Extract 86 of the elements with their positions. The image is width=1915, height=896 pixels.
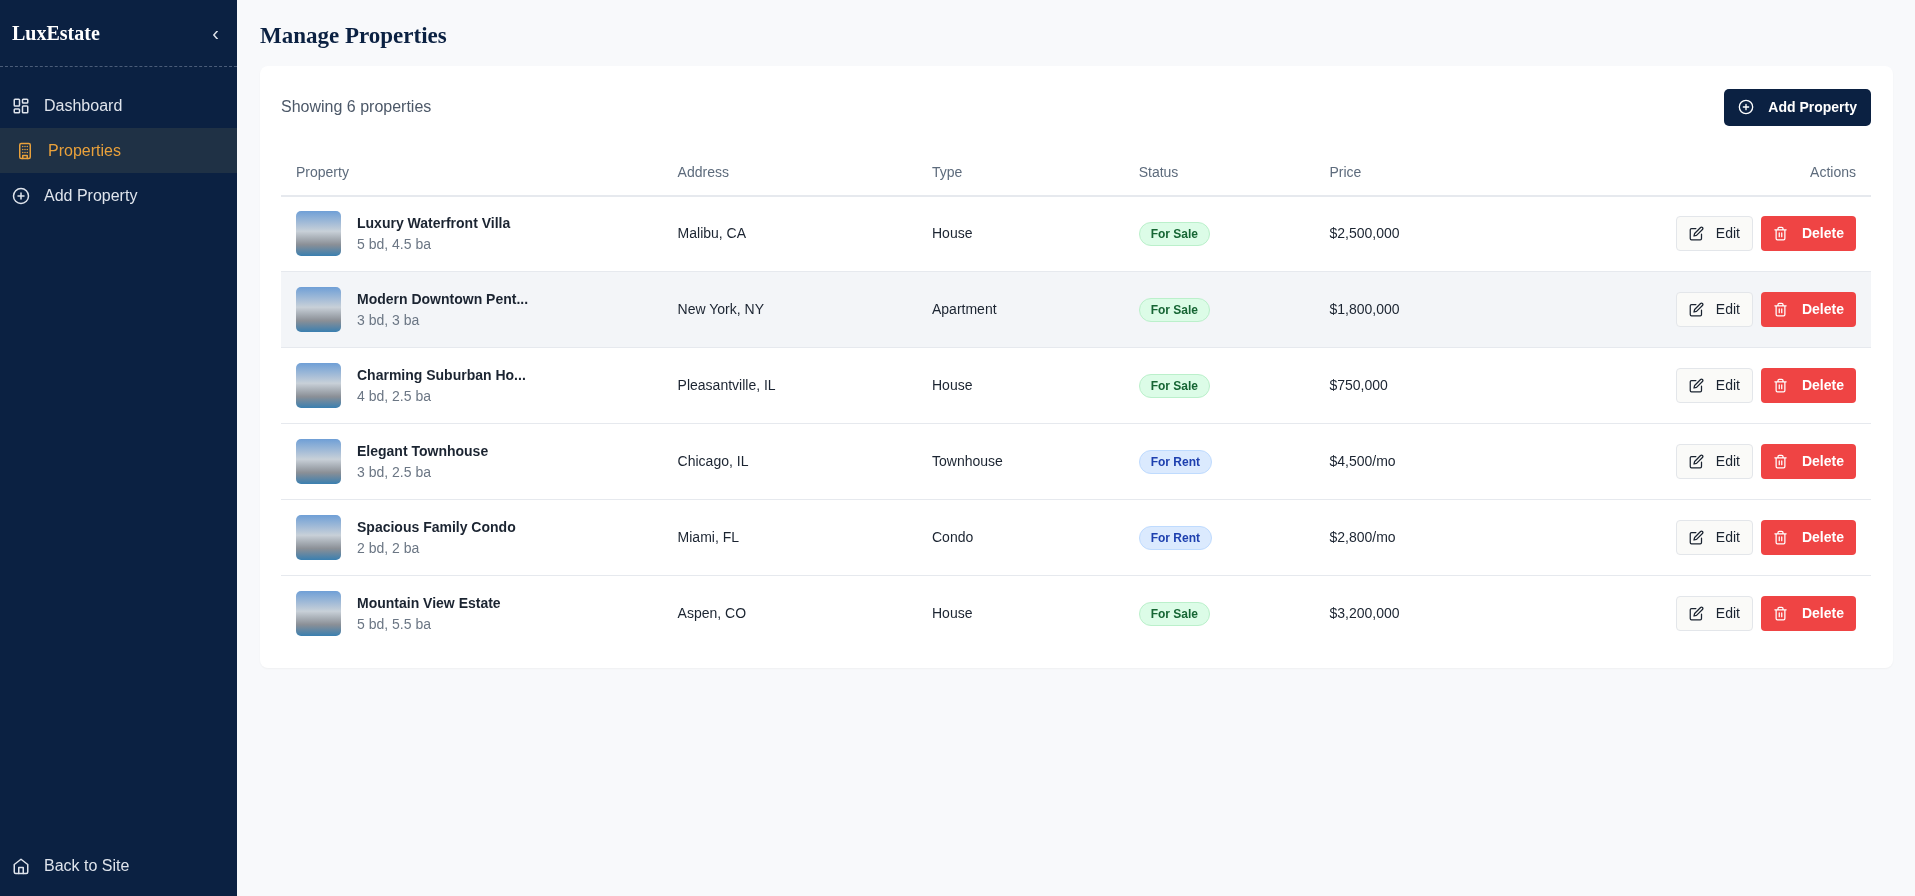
photo-placeholder <box>296 515 341 561</box>
edit-button[interactable]: Edit <box>1675 520 1753 556</box>
page-title: Manage Properties <box>260 22 448 50</box>
property-name: Mountain View Estate <box>357 593 501 613</box>
price-cell: $1,800,000 <box>1314 271 1494 348</box>
delete-button[interactable]: Delete <box>1760 444 1856 480</box>
edit-button[interactable]: Edit <box>1675 444 1753 480</box>
column-header: Price <box>1314 149 1494 196</box>
price-cell: $4,500/mo <box>1314 423 1494 500</box>
results-count: Showing 6 properties <box>281 97 432 118</box>
dashboard-icon <box>12 96 30 115</box>
property-name: Modern Downtown Pent... <box>357 289 529 309</box>
type-cell: Condo <box>917 499 1124 576</box>
trash-icon <box>1772 530 1788 546</box>
photo-placeholder <box>296 211 341 257</box>
address-cell: Pleasantville, IL <box>662 347 917 424</box>
price-cell: $3,200,000 <box>1314 575 1494 652</box>
type-cell: House <box>917 347 1124 424</box>
trash-icon <box>1772 226 1788 242</box>
delete-button[interactable]: Delete <box>1760 596 1856 632</box>
column-header: Status <box>1123 149 1315 196</box>
column-header: Address <box>662 149 917 196</box>
column-header: Property <box>281 149 663 196</box>
back-to-site-link[interactable]: Back to Site <box>0 843 237 888</box>
trash-icon <box>1772 606 1788 622</box>
edit-icon <box>1688 302 1704 318</box>
sidebar-item[interactable]: Properties <box>0 128 237 173</box>
trash-icon <box>1772 302 1788 318</box>
edit-button[interactable]: Edit <box>1675 368 1753 404</box>
sidebar-item[interactable]: Dashboard <box>0 83 237 128</box>
property-name: Charming Suburban Ho... <box>357 365 526 385</box>
property-details: 3 bd, 2.5 ba <box>357 462 432 482</box>
edit-button[interactable]: Edit <box>1675 596 1753 632</box>
property-details: 2 bd, 2 ba <box>357 538 421 558</box>
status-badge: For Sale <box>1138 373 1211 398</box>
address-cell: Chicago, IL <box>662 423 917 500</box>
status-badge: For Sale <box>1138 601 1211 626</box>
column-header: Type <box>917 149 1124 196</box>
price-cell: $2,800/mo <box>1314 499 1494 576</box>
edit-icon <box>1688 378 1704 394</box>
photo-placeholder <box>296 439 341 485</box>
status-badge: For Sale <box>1138 221 1211 246</box>
address-cell: Aspen, CO <box>662 575 917 652</box>
building-icon <box>16 141 34 160</box>
edit-icon <box>1688 606 1704 622</box>
price-cell: $2,500,000 <box>1314 195 1494 272</box>
address-cell: Malibu, CA <box>662 195 917 272</box>
home-icon <box>12 856 30 875</box>
delete-button[interactable]: Delete <box>1760 520 1856 556</box>
edit-icon <box>1688 454 1704 470</box>
type-cell: Townhouse <box>917 423 1124 500</box>
type-cell: House <box>917 575 1124 652</box>
status-badge: For Sale <box>1138 297 1211 322</box>
add-property-button[interactable]: Add Property <box>1724 88 1871 126</box>
photo-placeholder <box>296 591 341 637</box>
brand-logo[interactable]: LuxEstate <box>12 18 100 48</box>
type-cell: House <box>917 195 1124 272</box>
plus-circle-icon <box>12 186 30 205</box>
edit-icon <box>1688 530 1704 546</box>
address-cell: New York, NY <box>662 271 917 348</box>
property-name: Spacious Family Condo <box>357 517 516 537</box>
photo-placeholder <box>296 363 341 409</box>
price-cell: $750,000 <box>1314 347 1494 424</box>
type-cell: Apartment <box>917 271 1124 348</box>
plus-circle-icon <box>1738 99 1755 116</box>
delete-button[interactable]: Delete <box>1760 292 1856 328</box>
sidebar-item[interactable]: Add Property <box>0 173 237 218</box>
delete-button[interactable]: Delete <box>1760 368 1856 404</box>
status-badge: For Rent <box>1138 525 1212 550</box>
property-details: 3 bd, 3 ba <box>357 310 421 330</box>
edit-icon <box>1688 226 1704 242</box>
property-name: Elegant Townhouse <box>357 441 489 461</box>
property-details: 4 bd, 2.5 ba <box>357 386 432 406</box>
status-badge: For Rent <box>1138 449 1212 474</box>
property-details: 5 bd, 5.5 ba <box>357 614 432 634</box>
address-cell: Miami, FL <box>662 499 917 576</box>
photo-placeholder <box>296 287 341 333</box>
trash-icon <box>1772 454 1788 470</box>
property-name: Luxury Waterfront Villa <box>357 213 511 233</box>
trash-icon <box>1772 378 1788 394</box>
column-header: Actions <box>1494 149 1871 196</box>
edit-button[interactable]: Edit <box>1675 292 1753 328</box>
property-details: 5 bd, 4.5 ba <box>357 234 432 254</box>
collapse-button[interactable]: ‹ <box>206 23 225 43</box>
delete-button[interactable]: Delete <box>1760 216 1856 252</box>
edit-button[interactable]: Edit <box>1675 216 1753 252</box>
